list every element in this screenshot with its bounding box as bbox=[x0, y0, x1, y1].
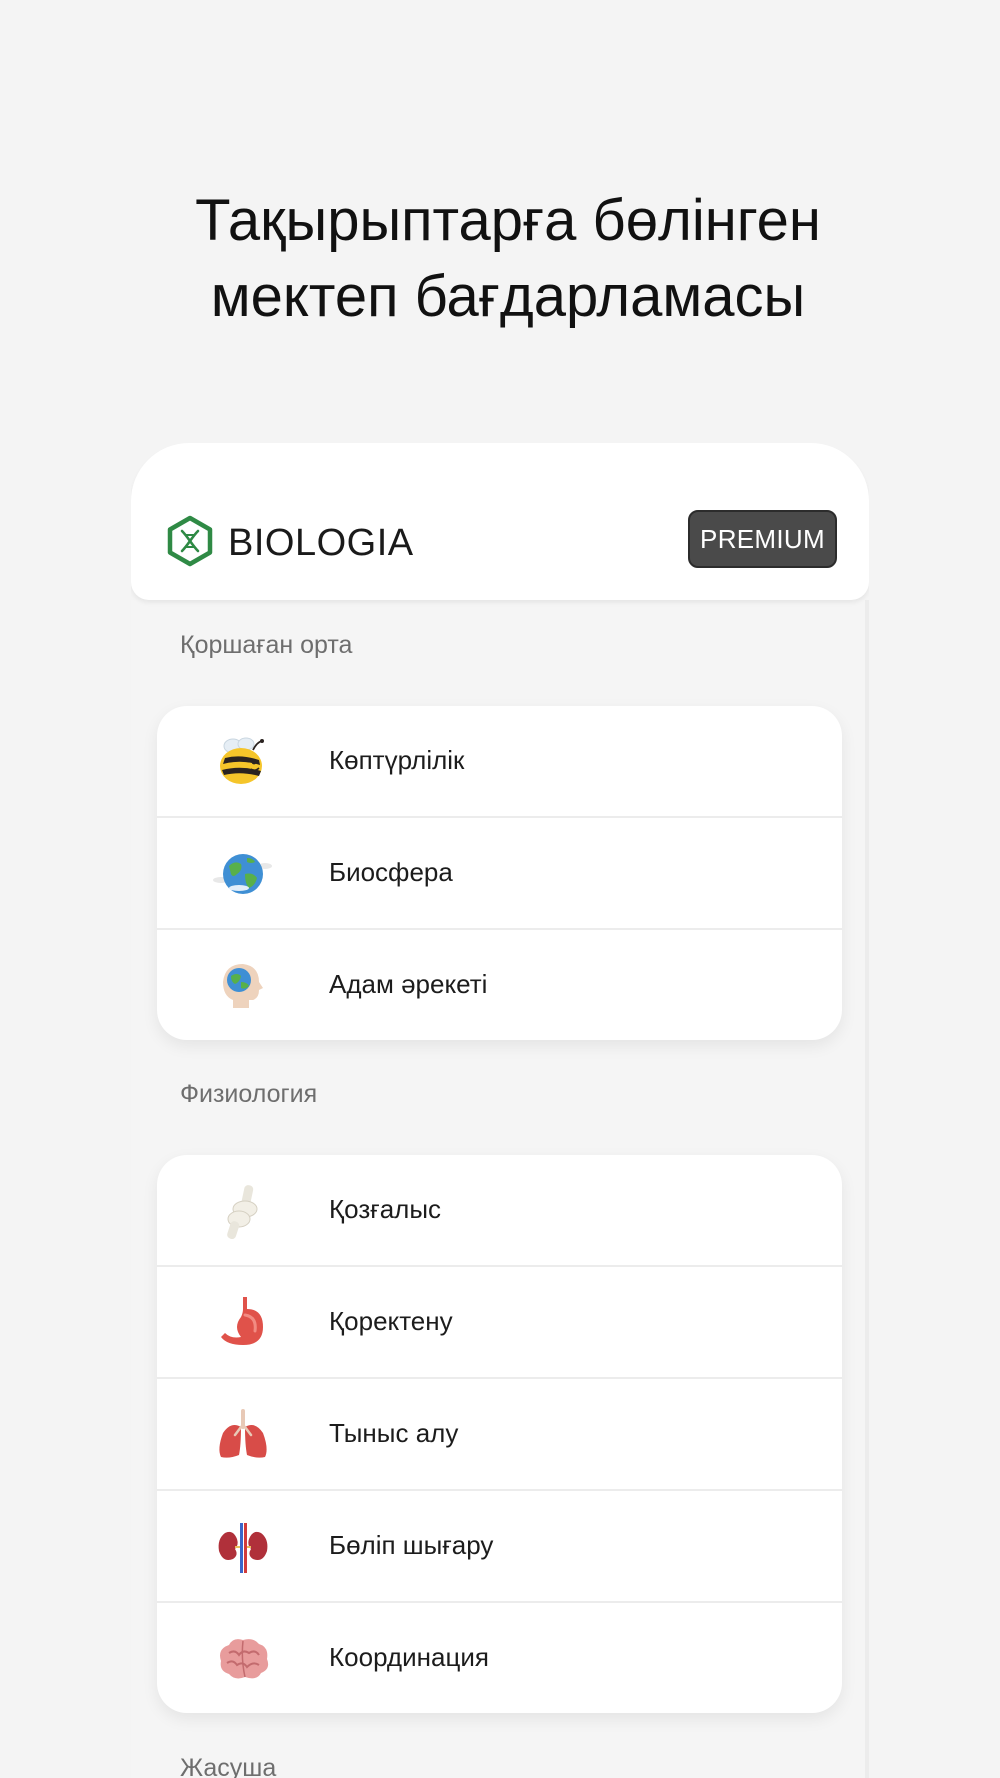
list-item-label: Қоректену bbox=[329, 1306, 453, 1336]
list-item-biodiversity[interactable]: Көптүрлілік bbox=[157, 706, 842, 818]
brain-icon bbox=[220, 1639, 269, 1679]
list-item-human-activity[interactable]: Адам әрекеті bbox=[157, 930, 842, 1040]
section-card-environment: Көптүрлілік Биосфера Адам әрекеті bbox=[157, 706, 842, 1040]
list-item-coordination[interactable]: Координация bbox=[157, 1603, 842, 1713]
section-title-environment: Қоршаған орта bbox=[180, 631, 353, 659]
head-globe-icon bbox=[223, 964, 263, 1008]
section-card-physiology: Қозғалыс Қоректену Тыныс алу Бөліп шығар… bbox=[157, 1155, 842, 1713]
dna-hexagon-icon bbox=[167, 515, 213, 567]
promo-title-line-1: Тақырыптарға бөлінген bbox=[195, 188, 821, 253]
list-item-biosphere[interactable]: Биосфера bbox=[157, 818, 842, 930]
section-title-physiology: Физиология bbox=[180, 1080, 318, 1108]
lungs-icon bbox=[219, 1409, 267, 1458]
topic-list: Қоршаған орта Көптүрлілік Биосфера Адам … bbox=[131, 600, 869, 1778]
premium-button[interactable]: PREMIUM bbox=[688, 510, 837, 568]
list-item-label: Координация bbox=[329, 1642, 489, 1672]
stomach-icon bbox=[221, 1297, 263, 1345]
list-item-label: Адам әрекеті bbox=[329, 969, 488, 999]
earth-globe-icon bbox=[213, 854, 272, 894]
app-header: BIOLOGIA PREMIUM bbox=[131, 443, 869, 600]
scroll-edge bbox=[865, 600, 869, 1778]
list-item-label: Тыныс алу bbox=[329, 1418, 459, 1448]
kidneys-icon bbox=[218, 1523, 268, 1573]
promo-title: Тақырыптарға бөлінген мектеп бағдарламас… bbox=[0, 183, 1000, 335]
list-item-excretion[interactable]: Бөліп шығару bbox=[157, 1491, 842, 1603]
list-item-label: Биосфера bbox=[329, 857, 453, 887]
app-name: BIOLOGIA bbox=[228, 522, 414, 564]
list-item-label: Бөліп шығару bbox=[329, 1530, 494, 1560]
phone-screen: BIOLOGIA PREMIUM Қоршаған орта Көптүрліл… bbox=[131, 443, 869, 1778]
list-item-label: Көптүрлілік bbox=[329, 745, 465, 775]
list-item-label: Қозғалыс bbox=[329, 1194, 442, 1224]
bone-joint-icon bbox=[227, 1185, 258, 1240]
section-title-cell: Жасуша bbox=[180, 1754, 277, 1778]
list-item-respiration[interactable]: Тыныс алу bbox=[157, 1379, 842, 1491]
promo-title-line-2: мектеп бағдарламасы bbox=[210, 264, 806, 329]
list-item-movement[interactable]: Қозғалыс bbox=[157, 1155, 842, 1267]
list-item-nutrition[interactable]: Қоректену bbox=[157, 1267, 842, 1379]
bee-icon bbox=[220, 737, 264, 784]
